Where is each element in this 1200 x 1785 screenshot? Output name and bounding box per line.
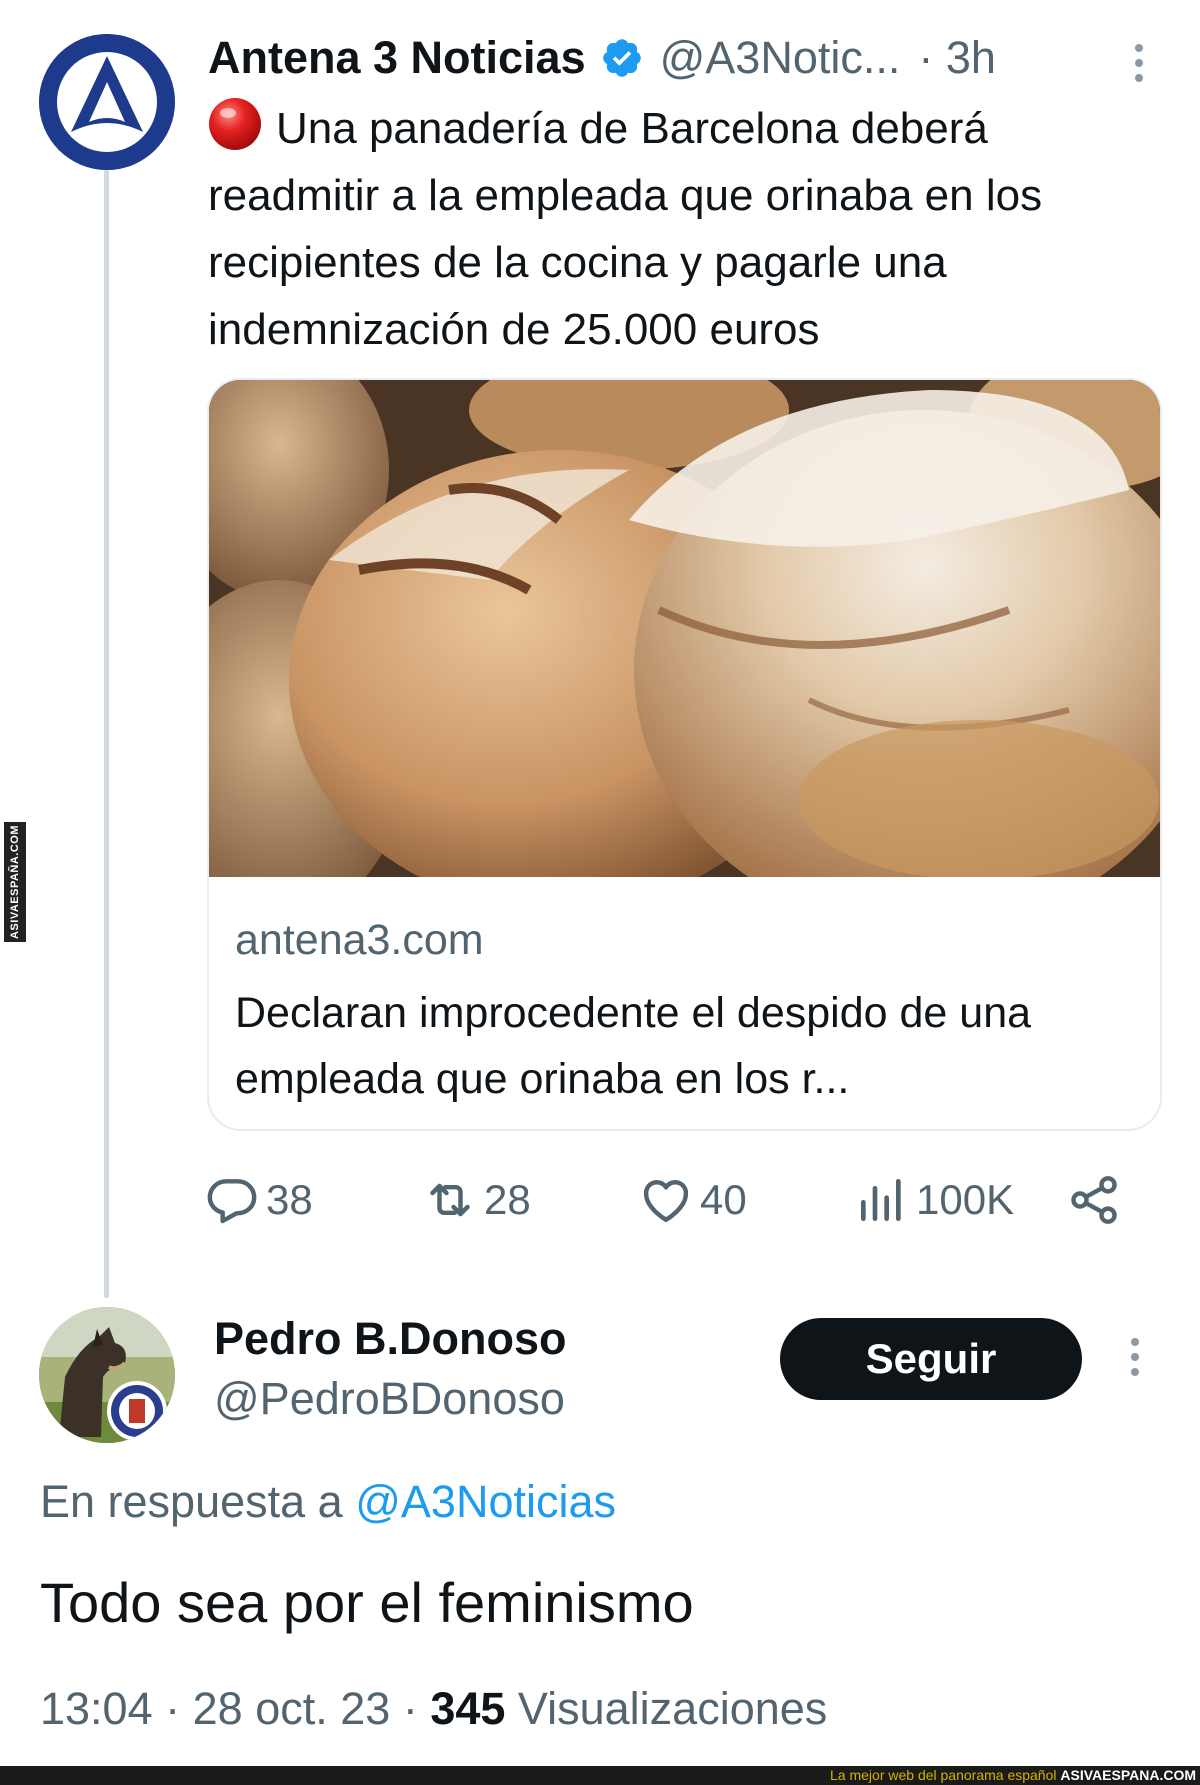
- reply-avatar[interactable]: [39, 1307, 175, 1443]
- card-image-bread: [209, 380, 1160, 877]
- footer-brand: ASIVAESPANA.COM: [1060, 1767, 1196, 1783]
- dog-photo: [39, 1307, 175, 1443]
- red-circle-emoji: [209, 98, 261, 150]
- retweet-count: 28: [484, 1176, 531, 1223]
- meta-separator: ·: [165, 1683, 193, 1734]
- bread-photo: [209, 380, 1160, 877]
- side-watermark: ASIVAESPAÑA.COM: [4, 822, 26, 942]
- views-button[interactable]: 100K: [854, 1170, 1014, 1230]
- tweet-actions: 38 28 40 100K: [207, 1170, 1168, 1230]
- like-count: 40: [700, 1176, 747, 1223]
- reply-button[interactable]: 38: [204, 1170, 313, 1230]
- verified-badge-icon: [602, 39, 641, 77]
- like-button[interactable]: 40: [638, 1170, 747, 1230]
- thread-line: [104, 170, 109, 1298]
- footer-tagline: La mejor web del panorama español: [830, 1767, 1057, 1783]
- footer-watermark-text: La mejor web del panorama español ASIVAE…: [830, 1766, 1196, 1785]
- tweet-author-name[interactable]: Antena 3 Noticias: [208, 32, 586, 84]
- retweet-icon: [430, 1183, 470, 1217]
- reply-views-label: Visualizaciones: [517, 1683, 828, 1734]
- tweet-time[interactable]: · 3h: [918, 32, 996, 84]
- share-button[interactable]: [1066, 1170, 1128, 1230]
- card-domain: antena3.com: [235, 916, 484, 964]
- antena3-avatar[interactable]: [39, 34, 175, 170]
- reply-date[interactable]: 28 oct. 23: [193, 1683, 391, 1734]
- retweet-button[interactable]: 28: [422, 1170, 531, 1230]
- card-title: Declaran improcedente el despido de una …: [235, 989, 1032, 1103]
- views-icon: [861, 1179, 901, 1221]
- reply-author-name[interactable]: Pedro B.Donoso: [214, 1313, 567, 1365]
- reply-views-count: 345: [430, 1683, 506, 1734]
- link-card[interactable]: antena3.com Declaran improcedente el des…: [207, 378, 1162, 1131]
- antena3-logo: [39, 34, 175, 170]
- reply-time[interactable]: 13:04: [40, 1683, 153, 1734]
- tweet-author-handle[interactable]: @A3Notic...: [660, 32, 901, 84]
- more-options-icon[interactable]: [1124, 40, 1154, 86]
- views-count: 100K: [916, 1176, 1015, 1223]
- in-reply-to: En respuesta a @A3Noticias: [40, 1476, 616, 1528]
- more-options-icon[interactable]: [1120, 1334, 1150, 1380]
- like-icon: [643, 1180, 689, 1223]
- tweet-text-block: Una panadería de Barcelona deberá readmi…: [208, 95, 1168, 363]
- reply-icon: [207, 1179, 257, 1224]
- footer-watermark: La mejor web del panorama español ASIVAE…: [0, 1766, 1200, 1785]
- follow-button[interactable]: Seguir: [780, 1318, 1082, 1400]
- share-icon: [1071, 1176, 1117, 1224]
- reply-meta: 13:04 · 28 oct. 23 · 345 Visualizaciones: [40, 1683, 827, 1735]
- reply-text: Todo sea por el feminismo: [40, 1571, 694, 1634]
- tweet-header: Antena 3 Noticias @A3Notic... · 3h: [208, 28, 996, 88]
- side-watermark-text: ASIVAESPAÑA.COM: [9, 824, 21, 940]
- meta-separator: ·: [402, 1683, 431, 1734]
- in-reply-mention[interactable]: @A3Noticias: [355, 1476, 616, 1527]
- tweet-text: Una panadería de Barcelona deberá readmi…: [208, 104, 1043, 354]
- reply-author-handle[interactable]: @PedroBDonoso: [214, 1373, 565, 1425]
- in-reply-prefix: En respuesta a: [40, 1476, 343, 1527]
- reply-count: 38: [266, 1176, 313, 1223]
